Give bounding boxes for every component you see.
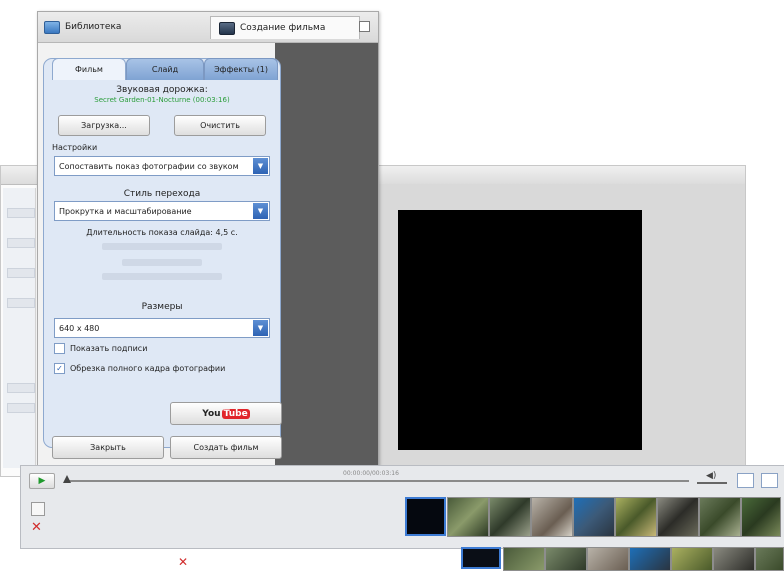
tab-film-label: Фильм <box>75 65 103 74</box>
slide-thumbnail[interactable] <box>755 547 784 571</box>
audio-track-name: Secret Garden-01-Nocturne (00:03:16) <box>94 96 230 104</box>
tab-library[interactable]: Библиотека <box>44 16 121 38</box>
slide-thumbnail[interactable] <box>671 547 713 571</box>
slide-thumbnail[interactable] <box>573 497 615 537</box>
ghost-control <box>7 298 35 308</box>
ghost-control <box>7 403 35 413</box>
view-mode-button[interactable] <box>737 473 754 488</box>
youtube-logo-tube: Tube <box>221 408 250 419</box>
size-heading: Размеры <box>141 302 183 312</box>
tab-film[interactable]: Фильм <box>52 58 126 80</box>
timeline-panel: ▶ 00:00:00/00:03:16 ◀) ✕ <box>20 465 784 549</box>
ghost-control <box>7 238 35 248</box>
create-movie-button[interactable]: Создать фильм <box>170 436 282 459</box>
panel-body: Звуковая дорожка: Secret Garden-01-Noctu… <box>50 79 274 441</box>
seek-thumb[interactable] <box>63 475 71 483</box>
captions-checkbox[interactable] <box>54 343 65 354</box>
film-icon <box>219 21 235 35</box>
video-preview <box>398 210 642 450</box>
tab-create-movie-label: Создание фильма <box>240 23 326 33</box>
settings-panel: Фильм Слайд Эффекты (1) Звуковая дорожка… <box>43 58 281 448</box>
ghost-control <box>7 383 35 393</box>
settings-select[interactable]: Сопоставить показ фотографии со звуком ▼ <box>54 156 270 176</box>
ghost-control <box>7 208 35 218</box>
dropdown-arrow-icon: ▼ <box>253 203 268 219</box>
crop-checkbox[interactable]: ✓ <box>54 363 65 374</box>
disabled-slider <box>102 273 222 280</box>
slide-thumbnail[interactable] <box>741 497 781 537</box>
tab-effects[interactable]: Эффекты (1) <box>204 58 278 80</box>
tab-slide-label: Слайд <box>151 65 179 74</box>
audio-heading: Звуковая дорожка: <box>116 85 208 95</box>
clear-button-label: Очистить <box>200 121 240 130</box>
slide-thumbnail[interactable] <box>657 497 699 537</box>
load-button-label: Загрузка... <box>81 121 127 130</box>
time-label: 00:00:00/00:03:16 <box>343 470 399 477</box>
second-thumbnail-strip <box>461 547 784 571</box>
slide-thumbnail[interactable] <box>545 547 587 571</box>
transition-heading: Стиль перехода <box>123 189 201 199</box>
tab-library-label: Библиотека <box>65 22 122 32</box>
slide-thumbnail[interactable] <box>489 497 531 537</box>
slide-duration-label: Длительность показа слайда: 4,5 с. <box>86 228 238 237</box>
close-button[interactable]: Закрыть <box>52 436 164 459</box>
captions-checkbox-row[interactable]: Показать подписи <box>54 343 147 354</box>
load-button[interactable]: Загрузка... <box>58 115 150 136</box>
crop-checkbox-label: Обрезка полного кадра фотографии <box>70 364 226 373</box>
play-icon: ▶ <box>38 476 46 486</box>
size-select[interactable]: 640 x 480 ▼ <box>54 318 270 338</box>
captions-checkbox-label: Показать подписи <box>70 344 148 353</box>
settings-label: Настройки <box>52 143 98 152</box>
check-icon: ✓ <box>56 364 63 373</box>
background-left-column <box>3 188 36 468</box>
movie-dialog: Библиотека Создание фильма Фильм Слайд Э… <box>37 11 379 470</box>
volume-icon[interactable]: ◀) <box>706 471 716 481</box>
dropdown-arrow-icon: ▼ <box>253 158 268 174</box>
slide-thumbnails <box>405 497 784 538</box>
tab-slide[interactable]: Слайд <box>126 58 204 80</box>
youtube-logo: You Tube <box>202 408 250 419</box>
slide-thumbnail[interactable] <box>699 497 741 537</box>
close-button-label: Закрыть <box>90 443 126 452</box>
youtube-button[interactable]: You Tube <box>170 402 282 425</box>
create-movie-button-label: Создать фильм <box>193 443 259 452</box>
tab-create-movie[interactable]: Создание фильма <box>210 16 360 39</box>
clear-button[interactable]: Очистить <box>174 115 266 136</box>
view-mode-button[interactable] <box>761 473 778 488</box>
slide-thumbnail[interactable] <box>405 497 446 536</box>
crop-checkbox-row[interactable]: ✓ Обрезка полного кадра фотографии <box>54 363 225 374</box>
play-button[interactable]: ▶ <box>29 473 55 489</box>
transition-select[interactable]: Прокрутка и масштабирование ▼ <box>54 201 270 221</box>
settings-select-value: Сопоставить показ фотографии со звуком <box>59 161 239 171</box>
volume-slider[interactable] <box>697 482 727 484</box>
disabled-slider <box>102 243 222 250</box>
seek-bar[interactable] <box>67 480 689 482</box>
slide-thumbnail[interactable] <box>531 497 573 537</box>
ghost-control <box>7 268 35 278</box>
slide-thumbnail[interactable] <box>713 547 755 571</box>
slide-thumbnail[interactable] <box>447 497 489 537</box>
size-select-value: 640 x 480 <box>59 323 100 333</box>
youtube-logo-you: You <box>202 408 221 419</box>
library-icon <box>44 20 60 34</box>
slide-thumbnail[interactable] <box>629 547 671 571</box>
add-button[interactable] <box>31 502 45 516</box>
slide-thumbnail[interactable] <box>503 547 545 571</box>
dialog-dark-area <box>275 43 378 469</box>
delete-icon[interactable]: ✕ <box>178 555 188 569</box>
slide-thumbnail[interactable] <box>461 547 501 569</box>
transition-select-value: Прокрутка и масштабирование <box>59 206 192 216</box>
dropdown-arrow-icon: ▼ <box>253 320 268 336</box>
dialog-tab-bar: Библиотека Создание фильма <box>38 12 378 43</box>
restore-icon[interactable] <box>359 21 370 32</box>
disabled-label <box>122 259 202 266</box>
tab-effects-label: Эффекты (1) <box>214 65 268 74</box>
slide-thumbnail[interactable] <box>615 497 657 537</box>
slide-thumbnail[interactable] <box>587 547 629 571</box>
delete-icon[interactable]: ✕ <box>31 520 42 535</box>
